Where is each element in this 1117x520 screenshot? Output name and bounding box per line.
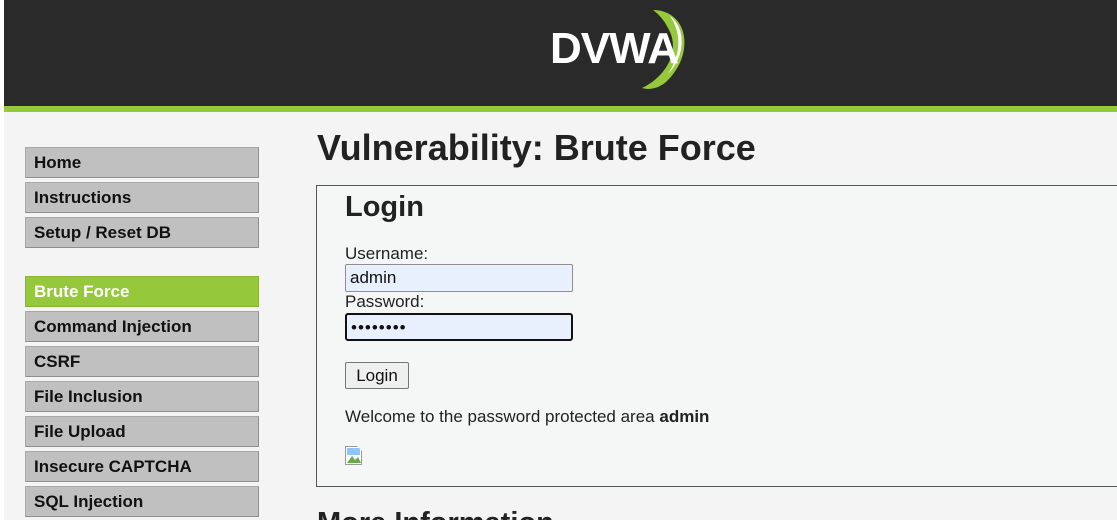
sidebar-item-command-injection[interactable]: Command Injection	[25, 311, 259, 342]
sidebar-item-file-upload[interactable]: File Upload	[25, 416, 259, 447]
dvwa-logo-graphic: DVWA	[550, 10, 685, 89]
broken-image-icon	[345, 446, 367, 468]
username-input[interactable]: admin	[345, 264, 573, 292]
login-button[interactable]: Login	[345, 362, 409, 389]
welcome-message-text: Welcome to the password protected area	[345, 407, 660, 426]
page-title: Vulnerability: Brute Force	[317, 127, 756, 168]
sidebar-item-file-inclusion[interactable]: File Inclusion	[25, 381, 259, 412]
sidebar-item-brute-force[interactable]: Brute Force	[25, 276, 259, 307]
header-accent-stripe	[4, 106, 1117, 112]
sidebar-item-instructions[interactable]: Instructions	[25, 182, 259, 213]
sidebar-item-insecure-captcha[interactable]: Insecure CAPTCHA	[25, 451, 259, 482]
dvwa-logo[interactable]: DVWA	[546, 4, 698, 94]
more-information-heading: More Information	[317, 507, 554, 520]
login-heading: Login	[345, 191, 424, 223]
sidebar-item-csrf[interactable]: CSRF	[25, 346, 259, 377]
welcome-username: admin	[659, 407, 710, 426]
dvwa-page: DVWA Home Instructions Setup / Reset DB …	[0, 0, 1117, 520]
sidebar-item-sql-injection[interactable]: SQL Injection	[25, 486, 259, 517]
sidebar-item-home[interactable]: Home	[25, 147, 259, 178]
username-label: Username:	[345, 244, 429, 263]
welcome-message: Welcome to the password protected area a…	[345, 407, 709, 427]
svg-text:DVWA: DVWA	[550, 24, 678, 73]
sidebar-item-setup-reset-db[interactable]: Setup / Reset DB	[25, 217, 259, 248]
password-input[interactable]: ••••••••	[345, 313, 573, 341]
password-label: Password:	[345, 292, 425, 311]
